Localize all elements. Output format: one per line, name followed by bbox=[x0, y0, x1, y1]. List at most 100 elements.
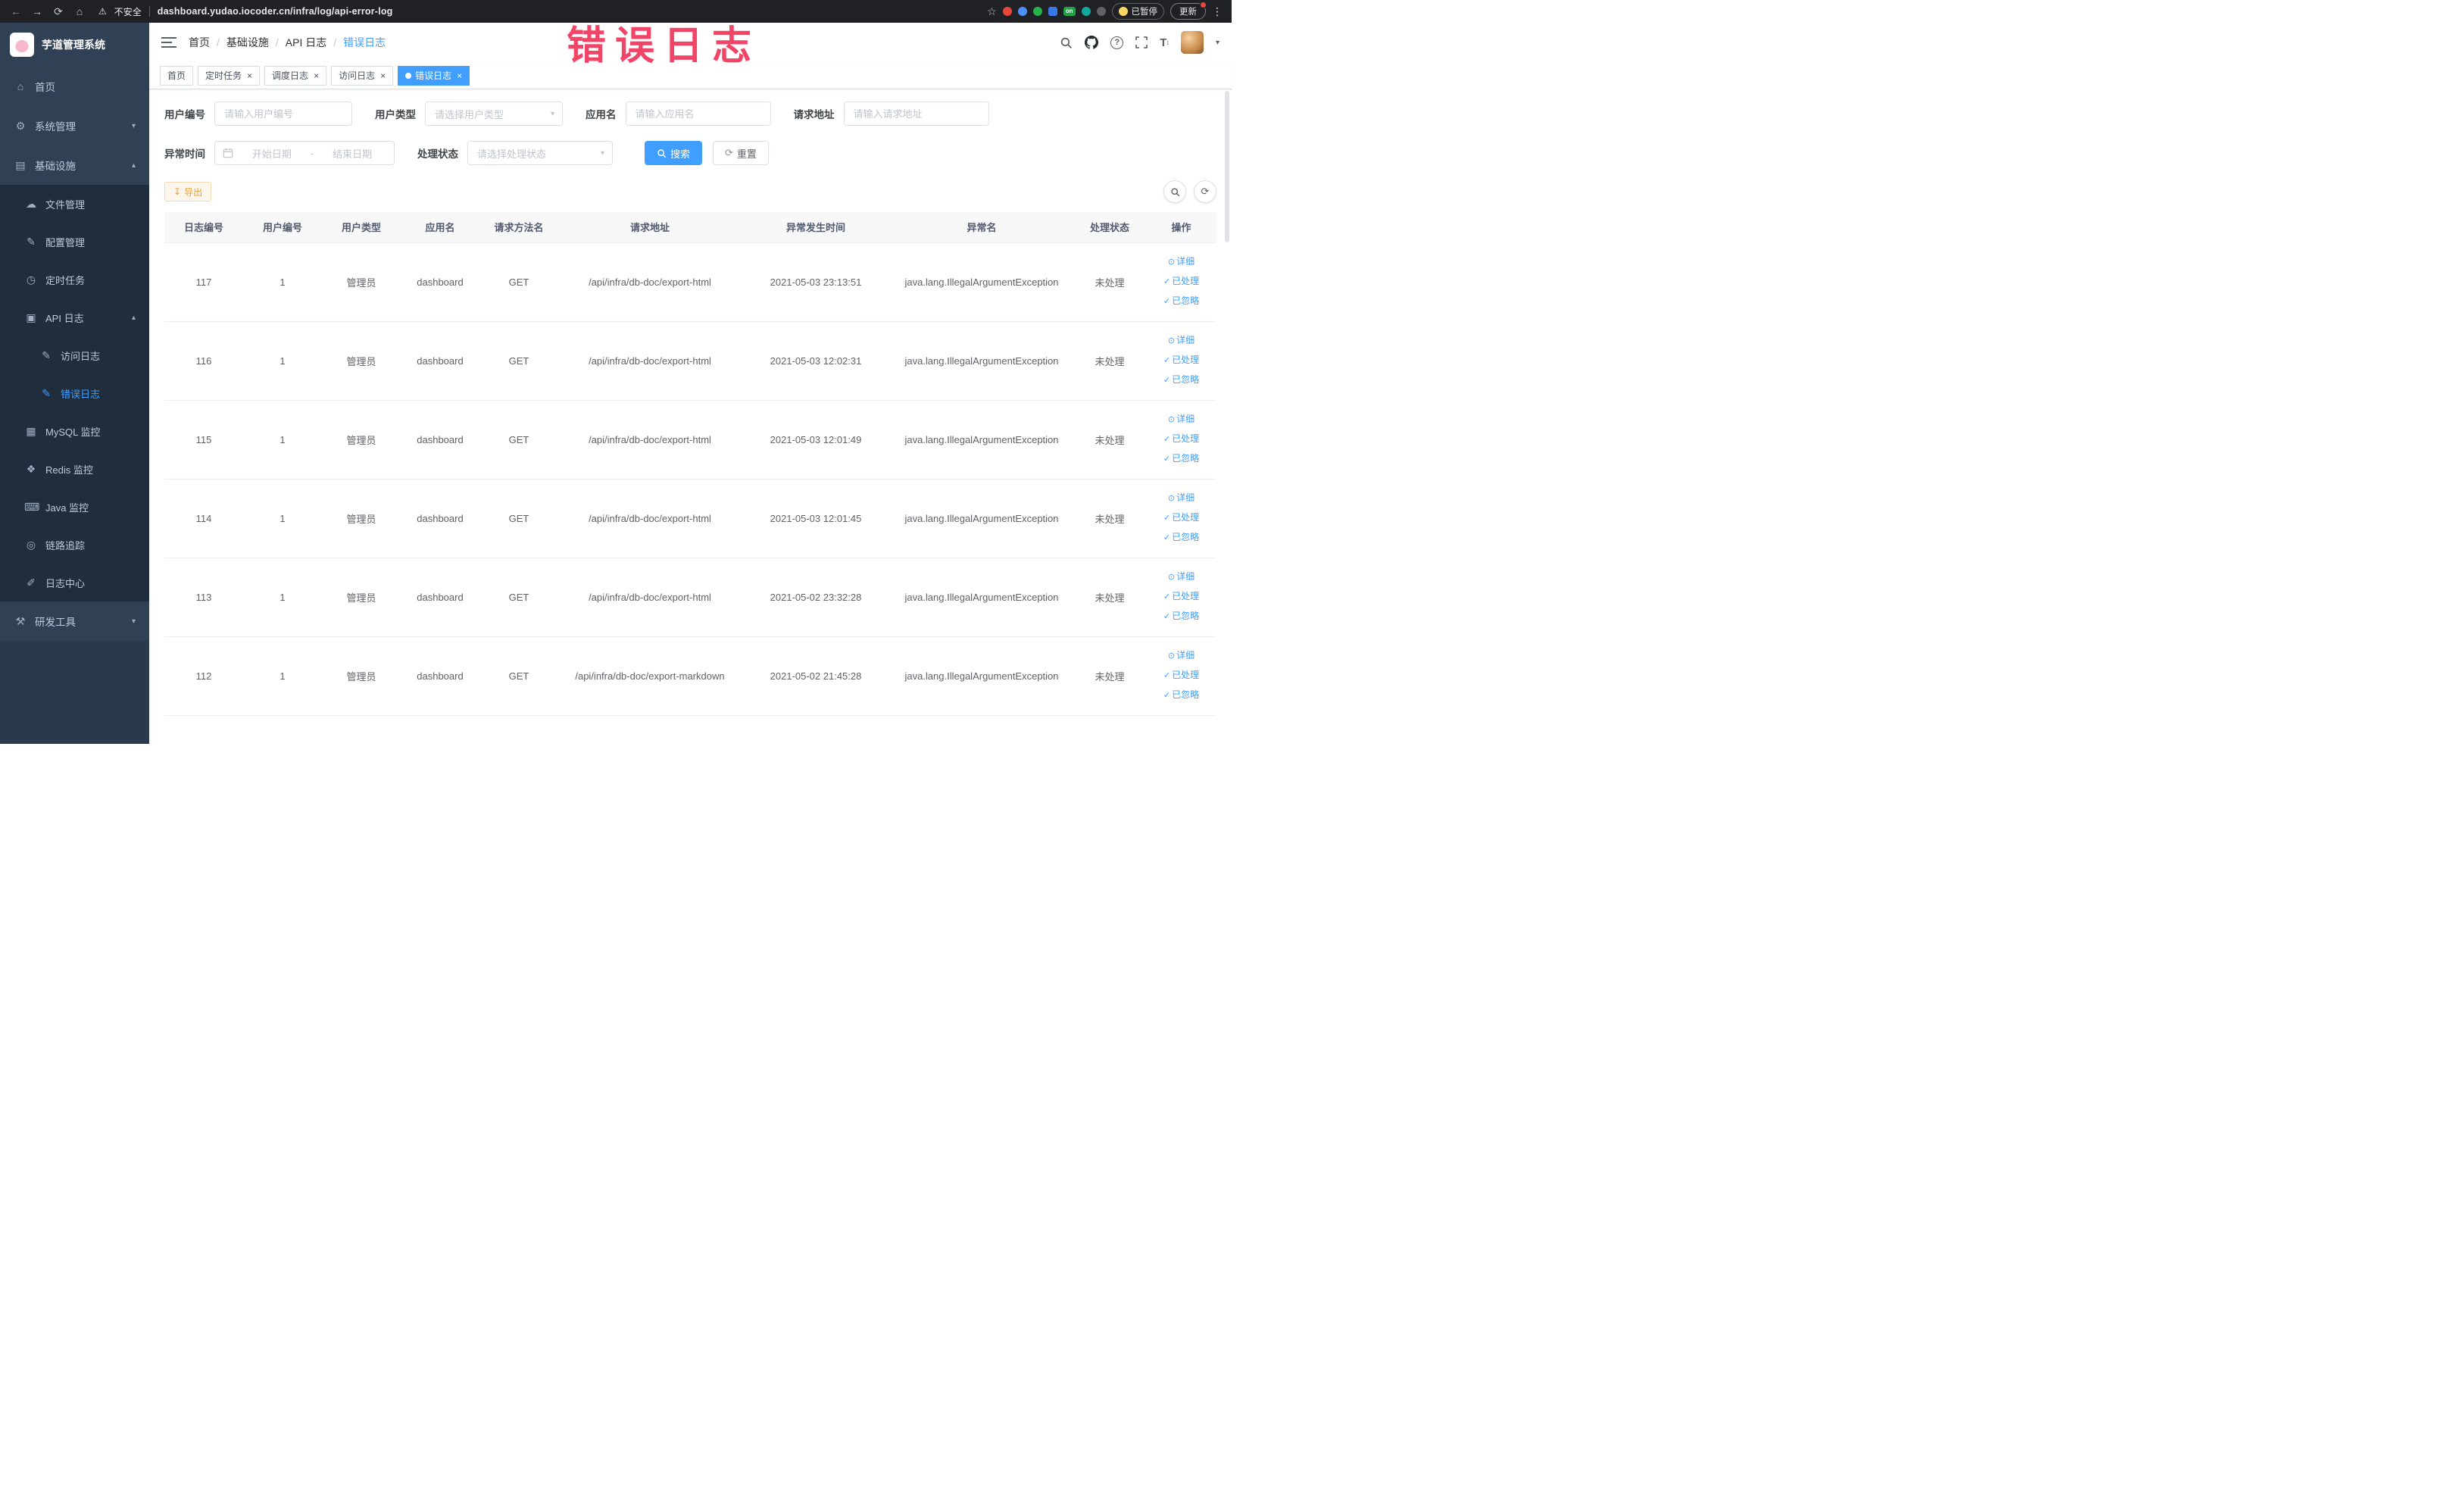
table-row: 114 1 管理员 dashboard GET /api/infra/db-do… bbox=[164, 479, 1216, 558]
processed-link[interactable]: ✓ 已处理 bbox=[1149, 351, 1213, 370]
breadcrumb-separator: / bbox=[275, 36, 279, 48]
toggle-search-button[interactable] bbox=[1163, 180, 1186, 203]
user-id-input[interactable] bbox=[214, 102, 352, 126]
sidebar-item-scheduled-tasks[interactable]: ◷ 定时任务 bbox=[0, 261, 149, 298]
tab-error-log[interactable]: 错误日志 × bbox=[398, 65, 470, 86]
log-center-icon: ✐ bbox=[27, 576, 36, 589]
url-text[interactable]: dashboard.yudao.iocoder.cn/infra/log/api… bbox=[158, 6, 393, 17]
filter-user-type: 用户类型 请选择用户类型 ▾ bbox=[375, 102, 563, 126]
tab-schedule-log[interactable]: 调度日志 × bbox=[264, 65, 327, 86]
profile-paused-badge[interactable]: 已暂停 bbox=[1111, 3, 1164, 20]
filter-row-1: 用户编号 用户类型 请选择用户类型 ▾ 应用名 请求地址 bbox=[164, 102, 1216, 126]
detail-link[interactable]: ⊙ 详细 bbox=[1149, 489, 1213, 508]
extension-icon-1[interactable] bbox=[1002, 7, 1012, 16]
breadcrumb-item[interactable]: 首页 bbox=[189, 35, 210, 50]
ignored-link[interactable]: ✓ 已忽略 bbox=[1149, 528, 1213, 548]
extension-on-badge[interactable]: on bbox=[1063, 7, 1076, 16]
detail-link[interactable]: ⊙ 详细 bbox=[1149, 331, 1213, 351]
top-navbar: 首页 / 基础设施 / API 日志 / 错误日志 ? T ↕ ▾ bbox=[149, 23, 1232, 62]
security-warning-icon[interactable]: ⚠ bbox=[98, 6, 107, 17]
reset-button-label: 重置 bbox=[736, 148, 757, 160]
tab-home[interactable]: 首页 bbox=[160, 65, 194, 86]
app-root: 芋道管理系统 ⌂ 首页 ⚙ 系统管理 ▾ ▤ 基础设施 ▴ ☁ 文件管理 ✎ 配… bbox=[0, 23, 1232, 744]
browser-home-icon[interactable]: ⌂ bbox=[73, 5, 86, 17]
app-name-input[interactable] bbox=[625, 102, 771, 126]
close-icon[interactable]: × bbox=[247, 71, 252, 80]
tab-access-log[interactable]: 访问日志 × bbox=[331, 65, 394, 86]
export-button[interactable]: ↧ 导出 bbox=[164, 182, 212, 201]
column-header: 处理状态 bbox=[1073, 212, 1146, 243]
filter-row-2: 异常时间 开始日期 - 结束日期 处理状态 请选择处理状态 ▾ 搜索 ⟳ 重置 bbox=[164, 141, 1216, 165]
browser-update-button[interactable]: 更新 bbox=[1170, 2, 1207, 20]
app-logo[interactable]: 芋道管理系统 bbox=[0, 23, 149, 67]
bookmark-star-icon[interactable]: ☆ bbox=[987, 5, 997, 18]
search-icon[interactable] bbox=[1060, 36, 1073, 49]
calendar-icon bbox=[223, 148, 233, 158]
sidebar-item-java-monitor[interactable]: ⌨ Java 监控 bbox=[0, 488, 149, 526]
sidebar-item-home[interactable]: ⌂ 首页 bbox=[0, 67, 149, 106]
fullscreen-icon[interactable] bbox=[1135, 36, 1148, 48]
detail-link[interactable]: ⊙ 详细 bbox=[1149, 252, 1213, 272]
sidebar-item-trace[interactable]: ◎ 链路追踪 bbox=[0, 526, 149, 564]
date-range-picker[interactable]: 开始日期 - 结束日期 bbox=[214, 141, 395, 165]
user-type-select[interactable]: 请选择用户类型 ▾ bbox=[425, 102, 563, 126]
processed-link[interactable]: ✓ 已处理 bbox=[1149, 666, 1213, 686]
sidebar-item-error-log[interactable]: ✎ 错误日志 bbox=[0, 374, 149, 412]
sidebar-item-log-center[interactable]: ✐ 日志中心 bbox=[0, 564, 149, 601]
reload-icon[interactable]: ⟳ bbox=[52, 5, 65, 18]
browser-menu-icon[interactable]: ⋮ bbox=[1212, 5, 1223, 18]
close-icon[interactable]: × bbox=[380, 71, 386, 80]
status-select[interactable]: 请选择处理状态 ▾ bbox=[467, 141, 613, 165]
processed-link[interactable]: ✓ 已处理 bbox=[1149, 508, 1213, 528]
ignored-link[interactable]: ✓ 已忽略 bbox=[1149, 292, 1213, 311]
tab-scheduled-tasks[interactable]: 定时任务 × bbox=[198, 65, 261, 86]
ignored-link[interactable]: ✓ 已忽略 bbox=[1149, 686, 1213, 705]
sidebar-item-label: 错误日志 bbox=[61, 388, 101, 400]
sidebar-item-api-logs[interactable]: ▣ API 日志 ▴ bbox=[0, 298, 149, 336]
detail-link[interactable]: ⊙ 详细 bbox=[1149, 567, 1213, 587]
action-label: 已处理 bbox=[1172, 433, 1200, 444]
breadcrumb-item[interactable]: API 日志 bbox=[286, 35, 326, 50]
ignored-link[interactable]: ✓ 已忽略 bbox=[1149, 449, 1213, 469]
sidebar-toggle-icon[interactable] bbox=[161, 36, 176, 48]
tools-icon: ⚒ bbox=[15, 614, 26, 627]
sidebar-item-dev-tools[interactable]: ⚒ 研发工具 ▾ bbox=[0, 601, 149, 641]
breadcrumb-item[interactable]: 基础设施 bbox=[226, 35, 269, 50]
detail-link[interactable]: ⊙ 详细 bbox=[1149, 410, 1213, 430]
detail-link[interactable]: ⊙ 详细 bbox=[1149, 646, 1213, 666]
close-icon[interactable]: × bbox=[314, 71, 319, 80]
github-icon[interactable] bbox=[1085, 36, 1099, 49]
extension-icon-5[interactable] bbox=[1081, 7, 1091, 16]
extension-icon-3[interactable] bbox=[1032, 7, 1042, 16]
extension-icon-6[interactable] bbox=[1096, 7, 1106, 16]
extension-icon-2[interactable] bbox=[1017, 7, 1027, 16]
sidebar-item-redis-monitor[interactable]: ❖ Redis 监控 bbox=[0, 450, 149, 488]
security-label[interactable]: 不安全 bbox=[114, 5, 142, 18]
ignored-link[interactable]: ✓ 已忽略 bbox=[1149, 370, 1213, 390]
forward-icon[interactable]: → bbox=[30, 5, 44, 17]
close-icon[interactable]: × bbox=[457, 71, 462, 80]
sidebar-item-mysql-monitor[interactable]: ▦ MySQL 监控 bbox=[0, 412, 149, 450]
help-icon[interactable]: ? bbox=[1110, 36, 1124, 49]
ignored-link[interactable]: ✓ 已忽略 bbox=[1149, 607, 1213, 626]
action-label: 详细 bbox=[1176, 256, 1195, 267]
sidebar-item-label: 日志中心 bbox=[45, 577, 86, 589]
reset-button[interactable]: ⟳ 重置 bbox=[713, 141, 769, 165]
processed-link[interactable]: ✓ 已处理 bbox=[1149, 430, 1213, 449]
scrollbar-thumb[interactable] bbox=[1225, 91, 1229, 242]
sidebar-item-system-management[interactable]: ⚙ 系统管理 ▾ bbox=[0, 106, 149, 145]
request-url-input[interactable] bbox=[843, 102, 989, 126]
processed-link[interactable]: ✓ 已处理 bbox=[1149, 587, 1213, 607]
back-icon[interactable]: ← bbox=[9, 5, 23, 17]
sidebar-item-infrastructure[interactable]: ▤ 基础设施 ▴ bbox=[0, 145, 149, 185]
font-size-icon[interactable]: T ↕ bbox=[1160, 36, 1170, 49]
user-avatar[interactable] bbox=[1180, 31, 1204, 54]
search-button[interactable]: 搜索 bbox=[645, 141, 703, 165]
extension-icon-4[interactable] bbox=[1048, 7, 1057, 16]
sidebar-item-file-management[interactable]: ☁ 文件管理 bbox=[0, 185, 149, 223]
sidebar-item-config-management[interactable]: ✎ 配置管理 bbox=[0, 223, 149, 261]
avatar-dropdown-caret-icon[interactable]: ▾ bbox=[1216, 39, 1220, 47]
refresh-button[interactable]: ⟳ bbox=[1194, 180, 1216, 203]
processed-link[interactable]: ✓ 已处理 bbox=[1149, 272, 1213, 292]
sidebar-item-access-log[interactable]: ✎ 访问日志 bbox=[0, 336, 149, 374]
